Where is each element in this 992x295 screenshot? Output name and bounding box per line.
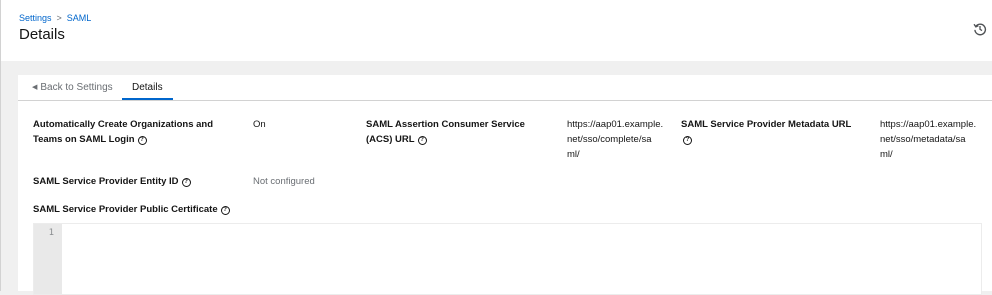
auto-create-label: Automatically Create Organizations and T…	[33, 117, 213, 147]
help-icon[interactable]: ?	[683, 136, 692, 145]
page-title: Details	[19, 26, 65, 43]
acs-url-value-line1: https://aap01.example.	[567, 119, 664, 130]
help-icon[interactable]: ?	[220, 206, 230, 215]
help-icon[interactable]: ?	[137, 136, 147, 145]
acs-url-value: https://aap01.example. net/sso/complete/…	[567, 117, 663, 162]
breadcrumb-saml-link[interactable]: SAML	[67, 13, 92, 23]
acs-url-label-line2-wrap: (ACS) URL?	[366, 132, 525, 147]
certificate-code-editor[interactable]: 1	[33, 223, 982, 295]
details-card: ◀ Back to Settings Details Automatically …	[18, 75, 992, 295]
metadata-url-value: https://aap01.example. net/sso/metadata/…	[880, 117, 976, 162]
metadata-url-value-line3: ml/	[880, 149, 893, 160]
page-header: Settings > SAML Details	[1, 0, 992, 61]
metadata-url-label: SAML Service Provider Metadata URL ?	[681, 117, 851, 147]
acs-url-label-line1: SAML Assertion Consumer Service	[366, 119, 525, 130]
breadcrumb-separator: >	[56, 13, 62, 23]
history-icon[interactable]	[973, 22, 987, 36]
metadata-url-label-text: SAML Service Provider Metadata URL	[681, 119, 852, 130]
help-icon[interactable]: ?	[181, 178, 191, 187]
line-number: 1	[48, 228, 54, 238]
acs-url-label: SAML Assertion Consumer Service (ACS) UR…	[366, 117, 525, 147]
auto-create-label-line2-wrap: Teams on SAML Login?	[33, 132, 213, 147]
caret-left-icon: ◀	[32, 84, 38, 91]
acs-url-value-line3: ml/	[567, 149, 580, 160]
metadata-url-value-line2: net/sso/metadata/sa	[880, 134, 966, 145]
public-cert-label: SAML Service Provider Public Certificate…	[33, 202, 230, 217]
editor-gutter: 1	[34, 224, 62, 294]
auto-create-label-line1: Automatically Create Organizations and	[33, 119, 214, 130]
entity-id-label: SAML Service Provider Entity ID?	[33, 174, 191, 189]
entity-id-value: Not configured	[253, 176, 315, 187]
tab-back-label: Back to Settings	[40, 82, 113, 93]
help-icon[interactable]: ?	[417, 136, 427, 145]
tab-bar: ◀ Back to Settings Details	[18, 75, 992, 101]
acs-url-value-line2: net/sso/complete/sa	[567, 134, 652, 145]
acs-url-label-line2: (ACS) URL	[366, 134, 415, 145]
breadcrumb: Settings > SAML	[19, 13, 91, 23]
metadata-url-help-wrap: ?	[681, 132, 851, 147]
metadata-url-value-line1: https://aap01.example.	[880, 119, 977, 130]
auto-create-label-line2: Teams on SAML Login	[33, 134, 135, 145]
entity-id-label-text: SAML Service Provider Entity ID	[33, 176, 179, 187]
auto-create-value: On	[253, 119, 266, 130]
tab-back-to-settings[interactable]: ◀ Back to Settings	[32, 82, 113, 100]
tab-details[interactable]: Details	[122, 82, 173, 100]
public-cert-label-text: SAML Service Provider Public Certificate	[33, 204, 218, 215]
breadcrumb-settings-link[interactable]: Settings	[19, 13, 52, 23]
